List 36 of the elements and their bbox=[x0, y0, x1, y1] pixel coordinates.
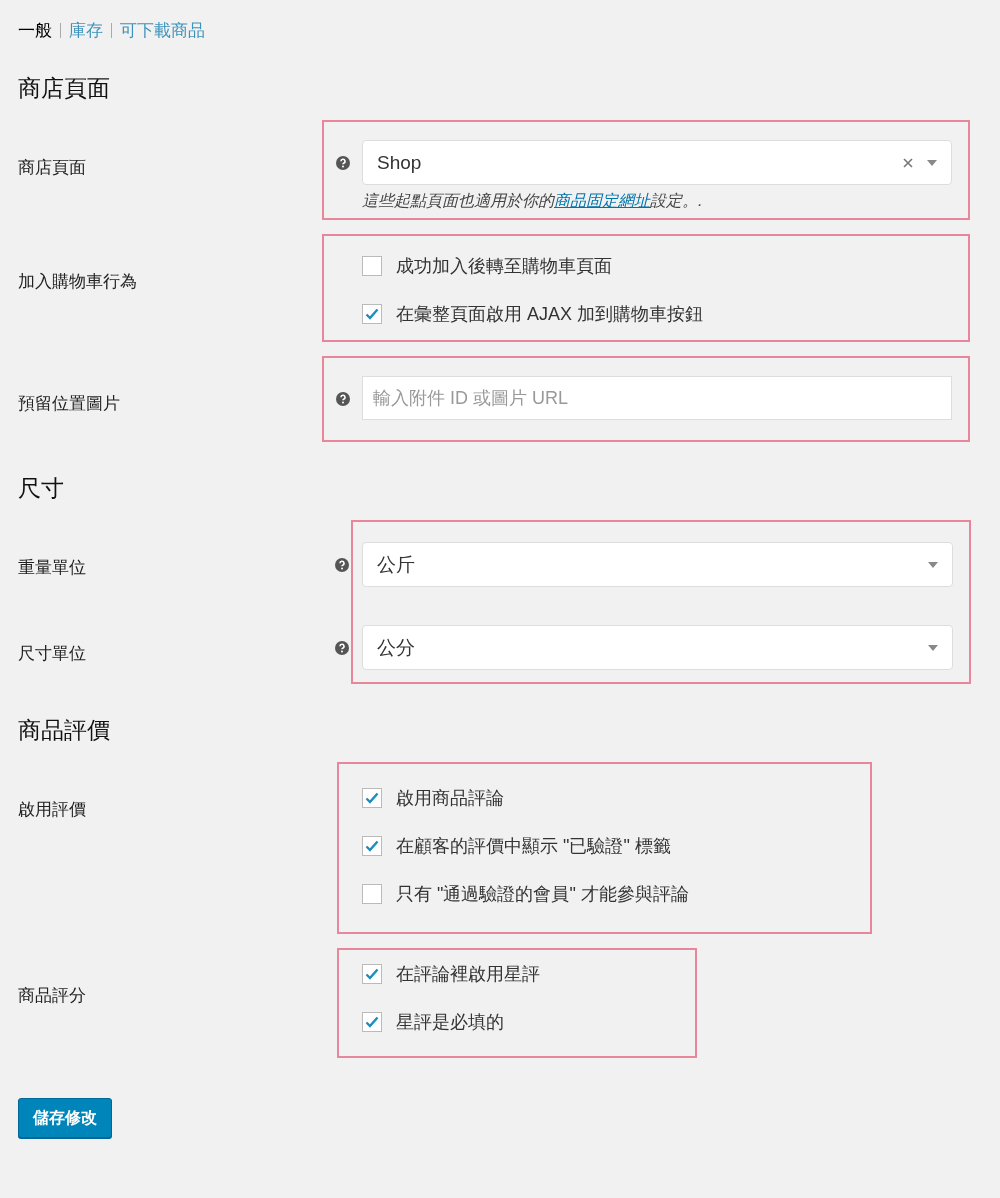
field-label: 尺寸單位 bbox=[18, 643, 87, 665]
dropdown[interactable]: Shop bbox=[362, 140, 952, 185]
caret-icon bbox=[928, 644, 938, 651]
permalink-link[interactable]: 商品固定網址 bbox=[554, 192, 650, 209]
tab[interactable]: 一般 bbox=[18, 18, 52, 42]
checkbox-label: 在評論裡啟用星評 bbox=[396, 963, 540, 986]
field-label: 預留位置圖片 bbox=[18, 393, 121, 415]
field-label: 商品評分 bbox=[18, 985, 87, 1007]
dropdown[interactable]: 公分 bbox=[362, 625, 953, 670]
clear-icon[interactable] bbox=[903, 157, 913, 168]
save-button[interactable]: 儲存修改 bbox=[18, 1098, 112, 1138]
field-label: 商店頁面 bbox=[18, 157, 87, 179]
dropdown[interactable]: 公斤 bbox=[362, 542, 953, 587]
section-heading: 商店頁面 bbox=[18, 74, 111, 103]
field-label: 啟用評價 bbox=[18, 799, 87, 821]
caret-icon bbox=[927, 159, 937, 166]
checkbox-label: 只有 "通過驗證的會員" 才能參與評論 bbox=[396, 883, 689, 906]
checkbox-label: 啟用商品評論 bbox=[396, 787, 504, 810]
field-label: 重量單位 bbox=[18, 557, 87, 579]
checkbox[interactable] bbox=[362, 256, 382, 276]
checkbox[interactable] bbox=[362, 836, 382, 856]
checkbox-label: 成功加入後轉至購物車頁面 bbox=[396, 255, 612, 278]
field-description: 這些起點頁面也適用於你的商品固定網址設定。. bbox=[362, 191, 704, 211]
checkbox-label: 在彙整頁面啟用 AJAX 加到購物車按鈕 bbox=[396, 303, 704, 326]
section-heading: 尺寸 bbox=[18, 474, 65, 503]
checkbox[interactable] bbox=[362, 964, 382, 984]
checkbox[interactable] bbox=[362, 788, 382, 808]
section-heading: 商品評價 bbox=[18, 716, 111, 745]
caret-icon bbox=[928, 561, 938, 568]
checkbox[interactable] bbox=[362, 884, 382, 904]
checkbox-label: 星評是必填的 bbox=[396, 1011, 504, 1034]
field-label: 加入購物車行為 bbox=[18, 271, 138, 293]
checkbox[interactable] bbox=[362, 304, 382, 324]
checkbox-label: 在顧客的評價中顯示 "已驗證" 標籤 bbox=[396, 835, 671, 858]
checkbox[interactable] bbox=[362, 1012, 382, 1032]
input-field[interactable]: 輸入附件 ID 或圖片 URL bbox=[362, 376, 952, 420]
